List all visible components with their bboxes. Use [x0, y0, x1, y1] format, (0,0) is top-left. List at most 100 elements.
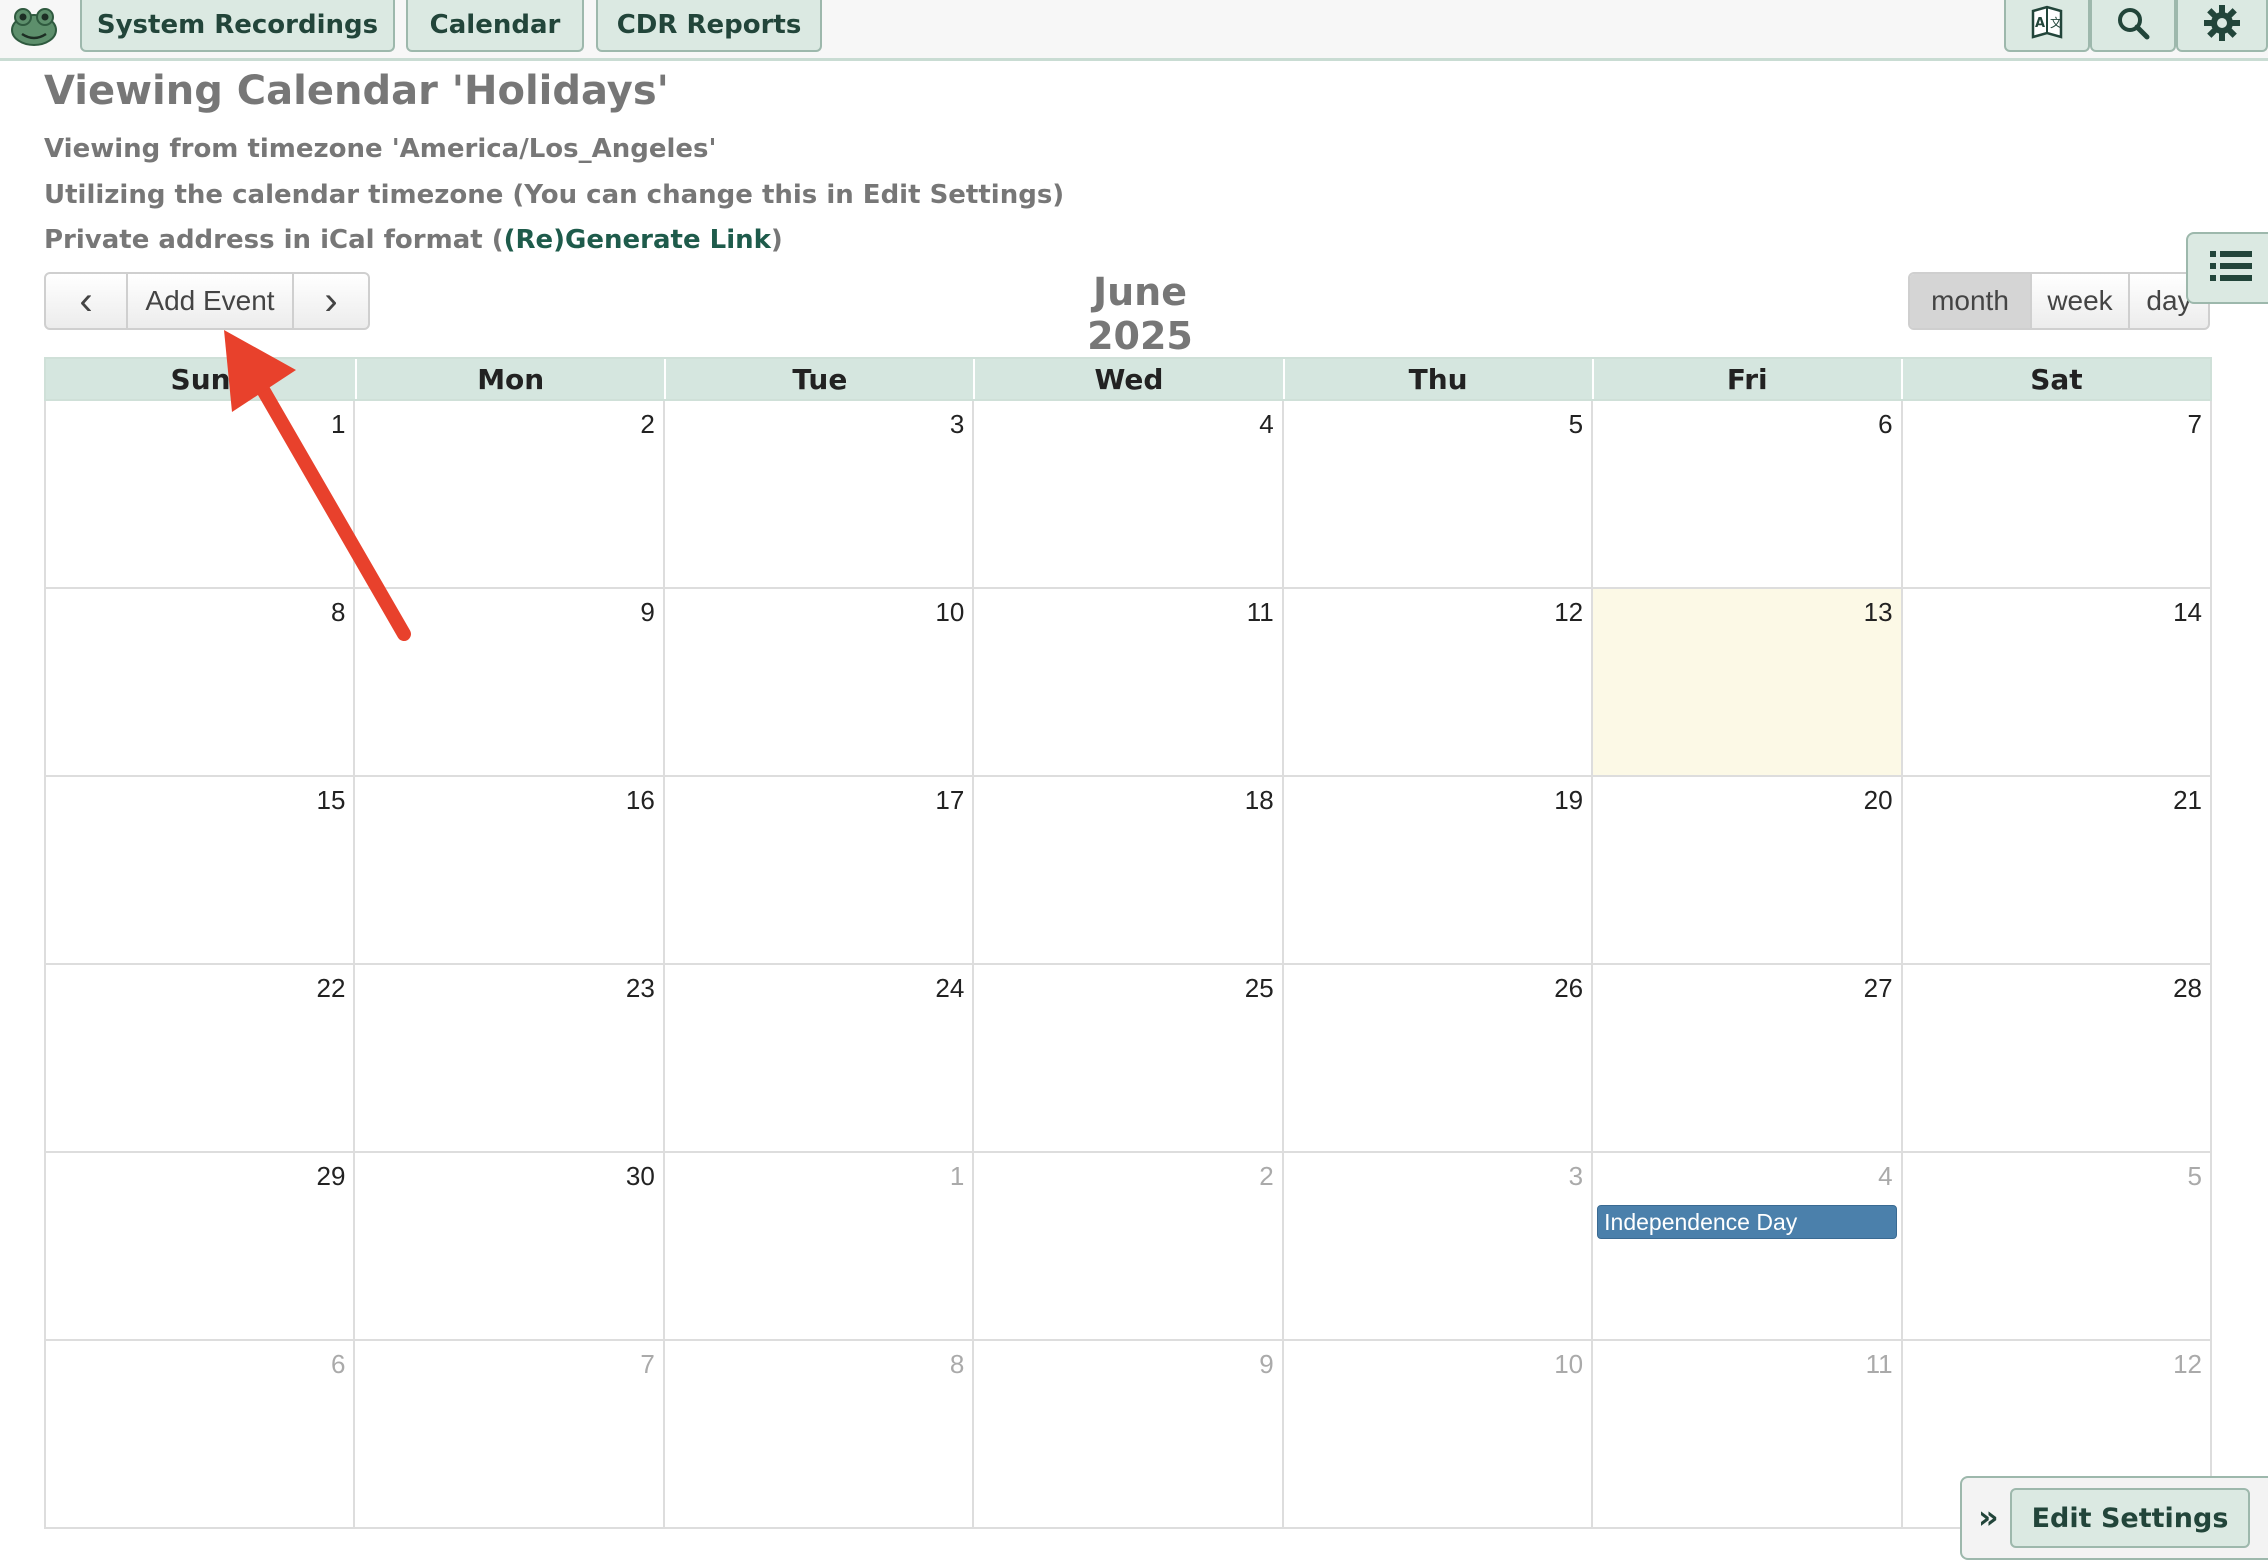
day-number: 29	[316, 1161, 346, 1191]
day-cell[interactable]: 30	[355, 1153, 665, 1341]
timezone-info: Viewing from timezone 'America/Los_Angel…	[44, 134, 717, 164]
ical-info: Private address in iCal format ((Re)Gene…	[44, 225, 783, 255]
view-week-button[interactable]: week	[2030, 274, 2128, 328]
day-number: 11	[1865, 1349, 1893, 1379]
day-cell[interactable]: 23	[355, 965, 665, 1153]
day-cell[interactable]: 11	[974, 589, 1284, 777]
day-cell[interactable]: 17	[664, 777, 975, 965]
day-cell[interactable]: 1	[46, 401, 356, 589]
day-cell[interactable]: 28	[1902, 965, 2212, 1153]
day-cell[interactable]: 15	[46, 777, 356, 965]
day-cell[interactable]: 29	[46, 1153, 356, 1341]
day-cell[interactable]: 14	[1902, 589, 2212, 777]
day-cell[interactable]: 5	[1283, 401, 1594, 589]
day-cell[interactable]: 5	[1902, 1153, 2212, 1341]
view-month-button[interactable]: month	[1910, 274, 2030, 328]
day-number: 28	[2173, 973, 2202, 1003]
day-cell[interactable]: 20	[1593, 777, 1903, 965]
next-month-button[interactable]: ›	[292, 274, 368, 328]
day-number: 9	[1259, 1349, 1274, 1379]
day-number: 5	[1568, 409, 1584, 439]
day-cell[interactable]: 12	[1283, 589, 1594, 777]
day-number: 6	[330, 1349, 346, 1379]
day-number: 4	[1259, 409, 1274, 439]
view-switcher: month week day	[1908, 272, 2210, 330]
day-cell[interactable]: 4 Independence Day	[1593, 1153, 1903, 1341]
nav-cdr-reports-button[interactable]: CDR Reports	[596, 0, 822, 52]
prev-month-button[interactable]: ‹	[46, 274, 126, 328]
day-cell[interactable]: 7	[355, 1341, 665, 1529]
dow-fri: Fri	[1591, 359, 1901, 399]
day-number: 1	[949, 1161, 965, 1191]
day-number: 8	[330, 597, 346, 627]
day-cell[interactable]: 1	[664, 1153, 975, 1341]
day-number: 19	[1554, 785, 1584, 815]
day-number: 11	[1246, 597, 1274, 627]
day-cell[interactable]: 3	[664, 401, 975, 589]
day-cell[interactable]: 9	[355, 589, 665, 777]
day-cell[interactable]: 24	[664, 965, 975, 1153]
day-number: 13	[1863, 597, 1893, 627]
day-cell[interactable]: 8	[46, 589, 356, 777]
dow-thu: Thu	[1282, 359, 1592, 399]
day-cell[interactable]: 2	[974, 1153, 1284, 1341]
day-number: 9	[640, 597, 655, 627]
day-cell-today[interactable]: 13	[1593, 589, 1903, 777]
dow-mon: Mon	[355, 359, 664, 399]
dow-tue: Tue	[664, 359, 973, 399]
day-cell[interactable]: 9	[974, 1341, 1284, 1529]
calendar-weeks: 1 2 3 4 5 6 7 8 9 10 11 12 13 14 15 16 17 18 19 20 21 22 23 24 2…	[44, 401, 2212, 1529]
ical-suffix: )	[770, 225, 783, 255]
translate-icon: A 文	[2027, 3, 2067, 47]
day-cell[interactable]: 25	[974, 965, 1284, 1153]
day-cell[interactable]: 6	[1593, 401, 1903, 589]
day-number: 5	[2187, 1161, 2202, 1191]
day-cell[interactable]: 8	[664, 1341, 975, 1529]
day-cell[interactable]: 10	[1283, 1341, 1594, 1529]
search-button[interactable]	[2090, 0, 2176, 52]
calendar-nav-group: ‹ Add Event ›	[44, 272, 370, 330]
day-number: 1	[330, 409, 346, 439]
page-title: Viewing Calendar 'Holidays'	[44, 68, 669, 114]
day-number: 25	[1244, 973, 1274, 1003]
frog-logo-icon[interactable]	[8, 2, 60, 50]
settings-gear-button[interactable]	[2176, 0, 2268, 52]
day-cell[interactable]: 4	[974, 401, 1284, 589]
nav-system-recordings-button[interactable]: System Recordings	[80, 0, 395, 52]
day-cell[interactable]: 10	[664, 589, 975, 777]
list-view-tab[interactable]	[2186, 232, 2268, 304]
day-number: 22	[316, 973, 346, 1003]
translate-button[interactable]: A 文	[2004, 0, 2090, 52]
day-cell[interactable]: 11	[1593, 1341, 1903, 1529]
day-cell[interactable]: 3	[1283, 1153, 1594, 1341]
dow-sun: Sun	[170, 362, 231, 396]
day-number: 26	[1554, 973, 1584, 1003]
day-cell[interactable]: 19	[1283, 777, 1594, 965]
day-cell[interactable]: 18	[974, 777, 1284, 965]
day-number: 7	[640, 1349, 655, 1379]
day-number: 2	[1259, 1161, 1274, 1191]
day-cell[interactable]: 22	[46, 965, 356, 1153]
day-cell[interactable]: 2	[355, 401, 665, 589]
day-cell[interactable]: 27	[1593, 965, 1903, 1153]
day-cell[interactable]: 26	[1283, 965, 1594, 1153]
day-number: 14	[2173, 597, 2202, 627]
svg-text:A: A	[2035, 16, 2045, 31]
day-cell[interactable]: 6	[46, 1341, 356, 1529]
day-number: 20	[1863, 785, 1893, 815]
search-icon	[2114, 4, 2152, 46]
calendar-event[interactable]: Independence Day	[1597, 1205, 1897, 1239]
settings-panel: » Edit Settings	[1960, 1476, 2268, 1560]
day-number: 7	[2187, 409, 2202, 439]
expand-chevron-icon[interactable]: »	[1978, 1498, 1999, 1536]
edit-settings-button[interactable]: Edit Settings	[2010, 1488, 2250, 1548]
day-number: 16	[625, 785, 655, 815]
add-event-button[interactable]: Add Event	[126, 274, 292, 328]
week-row: 8 9 10 11 12 13 14	[46, 589, 2212, 777]
day-cell[interactable]: 7	[1902, 401, 2212, 589]
nav-calendar-button[interactable]: Calendar	[406, 0, 584, 52]
day-cell[interactable]: 21	[1902, 777, 2212, 965]
day-cell[interactable]: 16	[355, 777, 665, 965]
regenerate-link[interactable]: (Re)Generate Link	[504, 225, 771, 255]
week-row: 1 2 3 4 5 6 7	[46, 401, 2212, 589]
